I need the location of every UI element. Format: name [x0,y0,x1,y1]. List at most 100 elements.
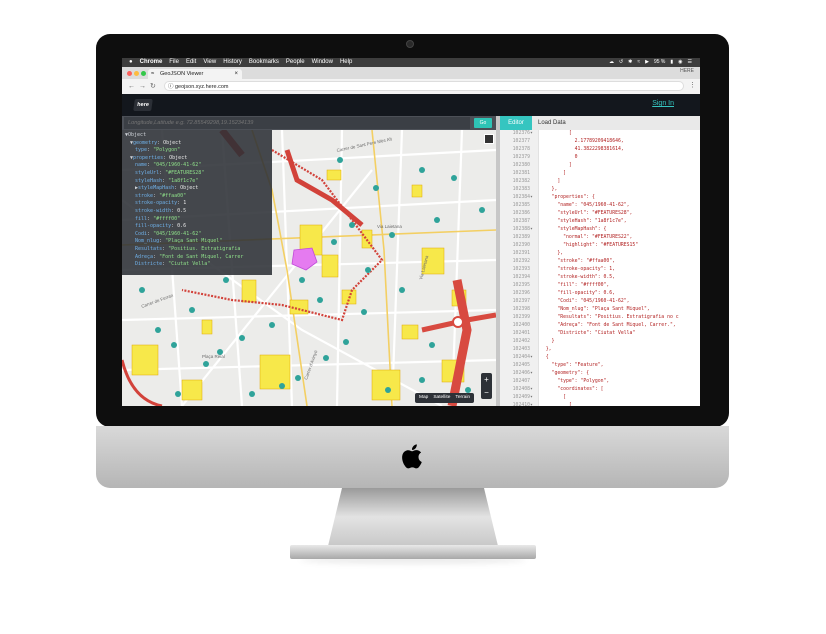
forward-icon[interactable]: → [139,83,150,90]
code-line[interactable]: 102402 } [500,338,555,346]
minimize-window-button[interactable] [134,71,139,76]
zoom-in-button[interactable]: + [481,373,492,386]
code-line[interactable]: 102389 "normal": "#FEATURES22", [500,234,633,242]
code-line[interactable]: 102386 "styleUrl": "#FEATURES28", [500,210,633,218]
code-line[interactable]: 102403 }, [500,346,552,354]
inspector-property[interactable]: fill: "#ffff00" [125,216,269,224]
code-line[interactable]: 102381 ] [500,170,566,178]
map-type-satellite[interactable]: Satellite [433,393,450,403]
code-line[interactable]: 102387 "styleHash": "1a8f1c7e", [500,218,627,226]
fold-toggle-icon[interactable]: ▾ [530,371,533,376]
fold-toggle-icon[interactable]: ▾ [530,131,533,136]
menu-bookmarks[interactable]: Bookmarks [249,58,279,67]
inspector-property[interactable]: Adreça: "Font de Sant Miquel, Carrer [125,254,269,262]
code-line[interactable]: 102405 "type": "Feature", [500,362,604,370]
map-type-map[interactable]: Map [419,393,428,403]
apple-menu-icon[interactable]: ● [129,58,133,67]
url-field[interactable]: ⓘ geojson.xyz.here.com [164,81,684,91]
inspector-property[interactable]: Resultats: "Positius. Estratigrafia [125,246,269,254]
inspector-property[interactable]: ▶styleMapHash: Object [125,185,269,193]
inspector-property[interactable]: styleUrl: "#FEATURES28" [125,170,269,178]
inspector-property[interactable]: styleHash: "1a8f1c7e" [125,178,269,186]
code-line[interactable]: 102380 ] [500,162,572,170]
inspector-property[interactable]: ▼geometry: Object [125,140,269,148]
inspector-property[interactable]: stroke-opacity: 1 [125,200,269,208]
fullscreen-icon[interactable] [484,134,494,144]
code-line[interactable]: 102384▾ "properties": { [500,194,595,202]
code-line[interactable]: 102378 41.3822298381614, [500,146,624,154]
menu-help[interactable]: Help [340,58,352,67]
fold-toggle-icon[interactable]: ▾ [530,227,533,232]
browser-menu-icon[interactable]: ⋮ [689,81,696,89]
code-line[interactable]: 102376▾ [ [500,130,572,138]
creative-cloud-icon[interactable]: ☁ [609,58,614,67]
code-line[interactable]: 102383 }, [500,186,558,194]
tab-editor[interactable]: Editor [500,116,532,130]
feature-inspector[interactable]: ▼Object ▼geometry: Object type: "Polygon"… [122,130,272,275]
fold-toggle-icon[interactable]: ▾ [530,403,533,406]
zoom-window-button[interactable] [141,71,146,76]
code-line[interactable]: 102400 "Adreça": "Font de Sant Miquel, C… [500,322,676,330]
zoom-out-button[interactable]: − [481,386,492,399]
code-line[interactable]: 102401 "Districte": "Ciutat Vella" [500,330,636,338]
code-line[interactable]: 102410▾ [ [500,402,572,406]
code-line[interactable]: 102390 "highlight": "#FEATURES15" [500,242,639,250]
browser-tab[interactable]: ≈ GeoJSON Viewer × [148,69,242,79]
fold-toggle-icon[interactable]: ▾ [530,387,533,392]
code-line[interactable]: 102393 "stroke-opacity": 1, [500,266,615,274]
code-line[interactable]: 102391 }, [500,250,563,258]
code-line[interactable]: 102392 "stroke": "#ffaa00", [500,258,615,266]
inspector-property[interactable]: stroke-width: 0.5 [125,208,269,216]
inspector-root[interactable]: ▼Object [125,132,269,140]
time-machine-icon[interactable]: ↺ [619,58,623,67]
volume-icon[interactable]: ▶ [645,58,649,67]
menu-people[interactable]: People [286,58,305,67]
menu-edit[interactable]: Edit [186,58,196,67]
code-line[interactable]: 102394 "stroke-width": 0.5, [500,274,615,282]
siri-icon[interactable]: ◉ [678,58,682,67]
menu-window[interactable]: Window [312,58,333,67]
go-button[interactable]: Go [474,118,492,128]
menu-history[interactable]: History [223,58,242,67]
sign-in-link[interactable]: Sign In [652,100,674,107]
inspector-property[interactable]: Codi: "045/1960-41-62" [125,231,269,239]
inspector-property[interactable]: stroke: "#ffaa00" [125,193,269,201]
inspector-property[interactable]: name: "045/1960-41-62" [125,162,269,170]
code-line[interactable]: 102385 "name": "045/1960-41-62", [500,202,630,210]
code-line[interactable]: 102379 0 [500,154,578,162]
fold-toggle-icon[interactable]: ▾ [530,195,533,200]
inspector-property[interactable]: type: "Polygon" [125,147,269,155]
reload-icon[interactable]: ↻ [150,83,160,90]
code-line[interactable]: 102377 2.17789209418646, [500,138,624,146]
here-logo[interactable]: here [133,99,153,111]
coordinate-search-input[interactable] [124,117,470,129]
code-line[interactable]: 102406▾ "geometry": { [500,370,589,378]
code-line[interactable]: 102395 "fill": "#ffff00", [500,282,610,290]
tab-load-data[interactable]: Load Data [538,116,566,130]
code-line[interactable]: 102398 "Nom_nlug": "Plaça Sant Miquel", [500,306,650,314]
fold-toggle-icon[interactable]: ▾ [530,355,533,360]
menu-list-icon[interactable]: ☰ [688,58,692,67]
code-line[interactable]: 102396 "fill-opacity": 0.6, [500,290,615,298]
code-line[interactable]: 102407 "type": "Polygon", [500,378,610,386]
code-line[interactable]: 102388▾ "styleMapHash": { [500,226,607,234]
geojson-editor[interactable]: 102376▾ [102377 2.17789209418646, 102378 … [500,130,700,406]
fold-toggle-icon[interactable]: ▾ [530,395,533,400]
code-line[interactable]: 102409▾ [ [500,394,566,402]
map-type-terrain[interactable]: Terrain [455,393,470,403]
close-tab-icon[interactable]: × [234,69,238,79]
code-line[interactable]: 102382 ] [500,178,561,186]
close-window-button[interactable] [127,71,132,76]
code-line[interactable]: 102397 "Codi": "045/1960-41-62", [500,298,630,306]
code-line[interactable]: 102399 "Resultats": "Positius. Estratigr… [500,314,679,322]
code-line[interactable]: 102408▾ "coordinates": [ [500,386,604,394]
inspector-property[interactable]: Nom_nlug: "Plaça Sant Miquel" [125,238,269,246]
bluetooth-icon[interactable]: ✱ [628,58,632,67]
inspector-property[interactable]: Districte: "Ciutat Vella" [125,261,269,269]
profile-label[interactable]: HERE [680,68,694,74]
code-line[interactable]: 102404▾ { [500,354,549,362]
inspector-property[interactable]: ▼properties: Object [125,155,269,163]
menu-file[interactable]: File [169,58,179,67]
wifi-icon[interactable]: ≈ [637,58,640,67]
menu-app-name[interactable]: Chrome [140,58,163,67]
